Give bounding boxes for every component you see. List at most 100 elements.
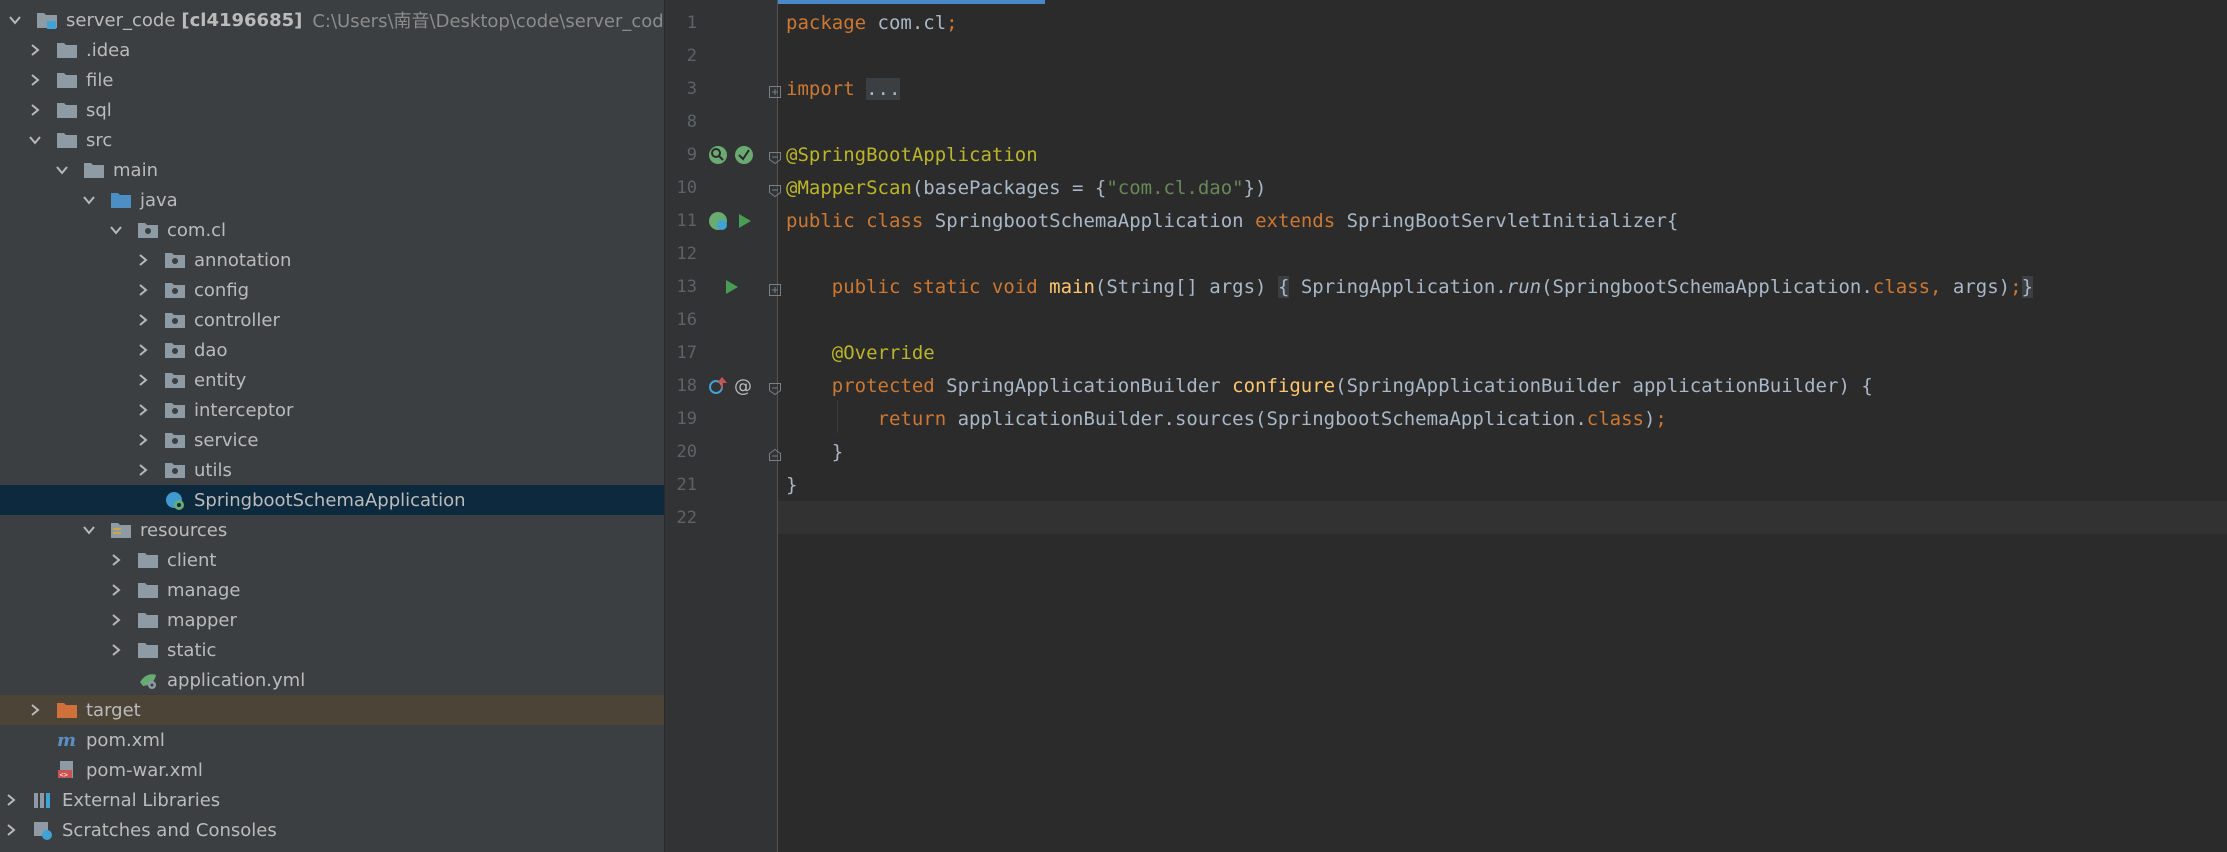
chevron-right-icon[interactable] bbox=[136, 253, 150, 267]
tree-row-com-cl[interactable]: com.cl bbox=[0, 215, 664, 245]
code-editor[interactable]: 1 2 3 8 9 10 11 12 13 16 17 18 19 20 21 … bbox=[665, 0, 2227, 852]
tree-row-utils[interactable]: utils bbox=[0, 455, 664, 485]
chevron-right-icon[interactable] bbox=[136, 463, 150, 477]
tree-row-dao[interactable]: dao bbox=[0, 335, 664, 365]
tree-row-service[interactable]: service bbox=[0, 425, 664, 455]
spring-yaml-file-icon bbox=[137, 670, 159, 690]
tree-row-resources[interactable]: resources bbox=[0, 515, 664, 545]
tree-row-pom[interactable]: m pom.xml bbox=[0, 725, 664, 755]
class-name: SpringbootSchemaApplication bbox=[934, 210, 1244, 232]
resources-folder-icon bbox=[110, 520, 132, 540]
chevron-right-icon[interactable] bbox=[136, 343, 150, 357]
folder-icon bbox=[137, 610, 159, 630]
tree-row-project-root[interactable]: server_code [cl4196685] C:\Users\南音\Desk… bbox=[0, 5, 664, 35]
tree-row-main[interactable]: main bbox=[0, 155, 664, 185]
tree-row-java[interactable]: java bbox=[0, 185, 664, 215]
chevron-down-icon[interactable] bbox=[28, 133, 42, 147]
xml-file-icon: <> bbox=[56, 760, 78, 780]
type-name: SpringApplicationBuilder bbox=[946, 375, 1221, 397]
fold-end-icon[interactable] bbox=[769, 446, 781, 461]
scratches-icon bbox=[32, 820, 54, 840]
line-number: 17 bbox=[676, 343, 697, 363]
spring-bean-icon[interactable] bbox=[707, 210, 729, 232]
chevron-down-icon[interactable] bbox=[109, 223, 123, 237]
package-icon bbox=[164, 340, 186, 360]
tree-label: service bbox=[194, 429, 259, 451]
code-line-9[interactable]: @SpringBootApplication bbox=[786, 139, 1038, 172]
chevron-right-icon[interactable] bbox=[136, 283, 150, 297]
code-line-19[interactable]: return applicationBuilder.sources(Spring… bbox=[786, 403, 1667, 436]
tree-label: static bbox=[167, 639, 217, 661]
fold-collapse-icon[interactable] bbox=[769, 380, 781, 396]
tree-row-pom-war[interactable]: <> pom-war.xml bbox=[0, 755, 664, 785]
tree-row-annotation[interactable]: annotation bbox=[0, 245, 664, 275]
chevron-down-icon[interactable] bbox=[82, 523, 96, 537]
chevron-right-icon[interactable] bbox=[4, 793, 18, 807]
code-line-20[interactable]: } bbox=[786, 436, 843, 469]
tree-row-external-libraries[interactable]: External Libraries bbox=[0, 785, 664, 815]
chevron-down-icon[interactable] bbox=[82, 193, 96, 207]
tree-row-target[interactable]: target bbox=[0, 695, 664, 725]
code-text: (basePackages = { bbox=[911, 177, 1107, 199]
tree-row-sql[interactable]: sql bbox=[0, 95, 664, 125]
chevron-right-icon[interactable] bbox=[136, 313, 150, 327]
tree-row-config[interactable]: config bbox=[0, 275, 664, 305]
run-class-icon[interactable] bbox=[733, 210, 755, 232]
code-line-1[interactable]: package com.cl; bbox=[786, 7, 958, 40]
code-line-13[interactable]: public static void main(String[] args) {… bbox=[786, 271, 2034, 304]
chevron-right-icon[interactable] bbox=[28, 43, 42, 57]
folder-icon bbox=[56, 40, 78, 60]
svg-text:@: @ bbox=[734, 376, 752, 397]
chevron-right-icon[interactable] bbox=[109, 583, 123, 597]
tree-row-mapper[interactable]: mapper bbox=[0, 605, 664, 635]
override-method-icon[interactable] bbox=[707, 375, 729, 397]
chevron-right-icon[interactable] bbox=[136, 373, 150, 387]
tree-row-idea[interactable]: .idea bbox=[0, 35, 664, 65]
folded-brace[interactable]: } bbox=[2021, 276, 2034, 298]
tree-label: com.cl bbox=[167, 219, 227, 241]
code-line-11[interactable]: public class SpringbootSchemaApplication… bbox=[786, 205, 1678, 238]
chevron-right-icon[interactable] bbox=[28, 703, 42, 717]
tree-row-scratches[interactable]: Scratches and Consoles bbox=[0, 815, 664, 845]
tree-row-controller[interactable]: controller bbox=[0, 305, 664, 335]
tree-row-client[interactable]: client bbox=[0, 545, 664, 575]
chevron-down-icon[interactable] bbox=[8, 13, 22, 27]
fold-collapse-icon[interactable] bbox=[769, 182, 781, 198]
code-line-18[interactable]: protected SpringApplicationBuilder confi… bbox=[786, 370, 1873, 403]
code-line-21[interactable]: } bbox=[786, 469, 797, 502]
tree-row-manage[interactable]: manage bbox=[0, 575, 664, 605]
chevron-right-icon[interactable] bbox=[28, 73, 42, 87]
code-line-17[interactable]: @Override bbox=[786, 337, 935, 370]
run-main-icon[interactable] bbox=[720, 276, 742, 298]
chevron-right-icon[interactable] bbox=[4, 823, 18, 837]
chevron-right-icon[interactable] bbox=[136, 433, 150, 447]
tree-row-entity[interactable]: entity bbox=[0, 365, 664, 395]
code-line-10[interactable]: @MapperScan(basePackages = {"com.cl.dao"… bbox=[786, 172, 1266, 205]
folded-brace[interactable]: { bbox=[1277, 276, 1290, 298]
fold-expand-icon[interactable] bbox=[769, 281, 781, 296]
module-folder-icon bbox=[36, 10, 58, 30]
code-line-3[interactable]: import ... bbox=[786, 73, 901, 106]
spring-bean-search-icon[interactable] bbox=[707, 144, 729, 166]
chevron-right-icon[interactable] bbox=[136, 403, 150, 417]
chevron-down-icon[interactable] bbox=[55, 163, 69, 177]
chevron-right-icon[interactable] bbox=[28, 103, 42, 117]
annotation: @MapperScan bbox=[786, 177, 912, 199]
tree-label: target bbox=[86, 699, 141, 721]
tree-row-application-yml[interactable]: application.yml bbox=[0, 665, 664, 695]
spring-boot-config-icon[interactable] bbox=[733, 144, 755, 166]
fold-expand-icon[interactable] bbox=[769, 83, 781, 98]
chevron-right-icon[interactable] bbox=[109, 553, 123, 567]
chevron-right-icon[interactable] bbox=[109, 643, 123, 657]
tree-row-interceptor[interactable]: interceptor bbox=[0, 395, 664, 425]
folded-imports[interactable]: ... bbox=[866, 78, 901, 100]
keyword: package bbox=[786, 12, 867, 34]
tree-row-file[interactable]: file bbox=[0, 65, 664, 95]
tree-row-static[interactable]: static bbox=[0, 635, 664, 665]
tree-row-springboot-schema-application[interactable]: SpringbootSchemaApplication bbox=[0, 485, 664, 515]
tree-row-src[interactable]: src bbox=[0, 125, 664, 155]
bean-method-icon[interactable]: @ bbox=[733, 375, 755, 397]
tree-label: mapper bbox=[167, 609, 237, 631]
fold-collapse-icon[interactable] bbox=[769, 149, 781, 165]
chevron-right-icon[interactable] bbox=[109, 613, 123, 627]
